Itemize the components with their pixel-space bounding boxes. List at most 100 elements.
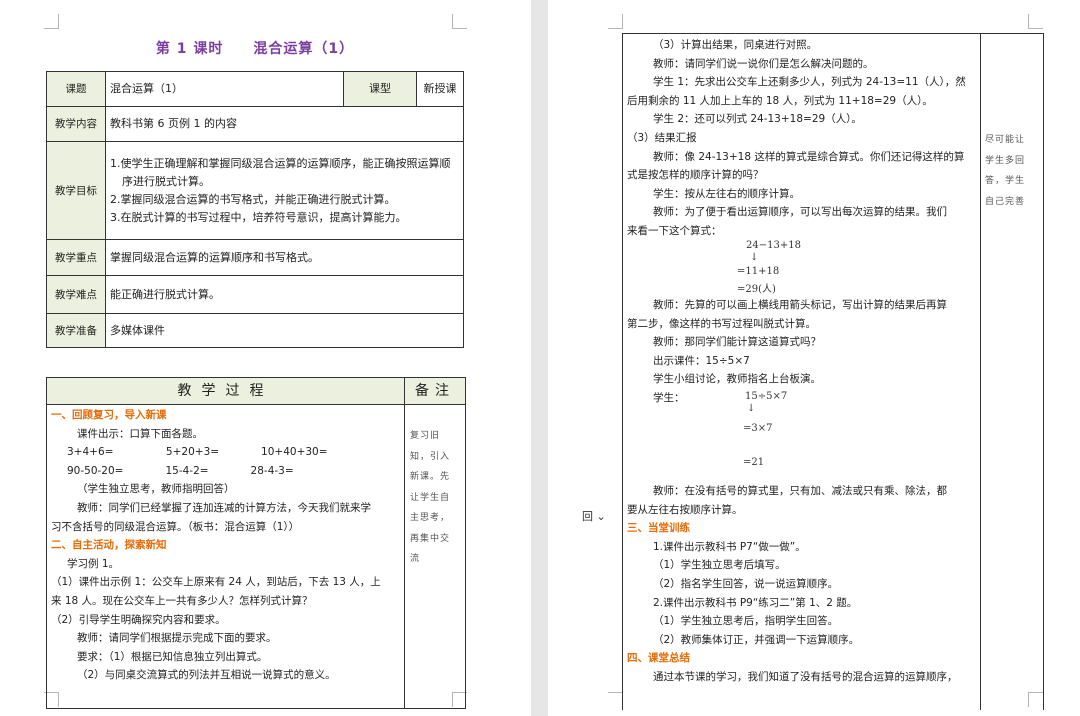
text-line: （1）学生独立思考后，指明学生回答。: [653, 615, 839, 628]
text-line: 后用剩余的 11 人加上上车的 18 人，列式为 11+18=29（人）。: [627, 94, 933, 107]
column-divider: [404, 404, 405, 708]
crop-mark: [608, 14, 623, 29]
value-difficulty: 能正确进行脱式计算。: [105, 275, 464, 314]
remark-line: 流: [410, 554, 421, 564]
document-page-left: 第 1 课时 混合运算（1） 课题 混合运算（1） 课型 新授课 教学内容 教科…: [0, 0, 531, 716]
remark-line: 复习旧: [410, 431, 441, 441]
process-content-bottom: 教师：在没有括号的算式里，只有加、减法或只有乘、除法，都要从左往右按顺序计算。三…: [627, 482, 977, 687]
process-content-top: （3）计算出结果，同桌进行对照。 教师：请同学们说一说你们是怎么解决问题的。 学生 …: [627, 36, 977, 241]
text-line: 教师：请同学们根据提示完成下面的要求。: [77, 632, 277, 645]
calc-step: 24−13+18: [746, 240, 801, 251]
lesson-info-table: 课题 混合运算（1） 课型 新授课 教学内容 教科书第 6 页例 1 的内容 教…: [46, 71, 464, 348]
text-line: 教师：那同学们能计算这道算式吗？: [653, 336, 821, 349]
value-preparation: 多媒体课件: [105, 313, 464, 348]
text-line: 要从左往右按顺序计算。: [627, 503, 743, 516]
arrow-mark: ↓: [747, 403, 756, 414]
remark-line: 再集中交: [410, 533, 451, 544]
arrow-mark: ↓: [750, 252, 759, 263]
calc-step: =3×7: [743, 423, 773, 434]
lesson-title: 第 1 课时 混合运算（1）: [155, 41, 355, 57]
remark-line: 新课。先: [410, 472, 451, 482]
value-goals: 1.使学生正确理解和掌握同级混合运算的运算顺序，能正确按照运算顺序进行脱式计算。…: [105, 141, 464, 240]
crop-mark: [452, 14, 467, 29]
value-content: 教科书第 6 页例 1 的内容: [105, 106, 464, 142]
process-content-mid: 教师：先算的可以画上横线用箭头标记，写出计算的结果后再算第二步，像这样的书写过程…: [627, 296, 977, 408]
process-header-note: 备注: [415, 383, 455, 399]
text-line: 来看一下这个算式：: [627, 224, 722, 237]
text-line: 学生 2：还可以列式 24-13+18=29（人）。: [653, 113, 862, 126]
teaching-process-table: 教学过程 备注 一、回顾复习，导入新课课件出示：口算下面各题。 3+4+6= 5+…: [46, 377, 466, 709]
text-line: （2）引导学生明确探究内容和要求。: [51, 613, 226, 626]
text-line: 学习例 1。: [67, 557, 120, 570]
calc-step: =11+18: [737, 266, 780, 277]
label-type: 课型: [343, 71, 417, 107]
label-difficulty: 教学难点: [46, 275, 106, 314]
text-line: 学生小组讨论，教师指名上台板演。: [653, 373, 821, 386]
goal-item: 3.在脱式计算的书写过程中，培养符号意识，提高计算能力。: [110, 210, 407, 224]
text-line: （2）指名学生回答，说一说运算顺序。: [653, 577, 839, 590]
value-key-point: 掌握同级混合运算的运算顺序和书写格式。: [105, 239, 464, 276]
goal-item: 1.使学生正确理解和掌握同级混合运算的运算顺序，能正确按照运算顺序进行脱式计算。: [110, 156, 451, 188]
text-line: 教师：在没有括号的算式里，只有加、减法或只有乘、除法，都: [653, 485, 947, 497]
remark-line: 让学生自: [410, 492, 451, 503]
text-line: （学生独立思考，教师指明回答）: [77, 483, 235, 496]
text-line: 教师：同学们已经掌握了连加连减的计算方法，今天我们就来学: [77, 501, 371, 514]
text-line: 第二步，像这样的书写过程叫脱式计算。: [627, 317, 816, 330]
teaching-process-continued: （3）计算出结果，同桌进行对照。 教师：请同学们说一说你们是怎么解决问题的。 学生 …: [622, 33, 1044, 710]
layout-options-button[interactable]: 回 ⌄: [582, 508, 614, 524]
crop-mark: [1028, 14, 1043, 29]
process-content: 一、回顾复习，导入新课课件出示：口算下面各题。 3+4+6= 5+20+3= 10…: [51, 406, 401, 685]
text-line: 学生 1：先求出公交车上还剩多少人，列式为 24-13=11（人），然: [653, 76, 966, 89]
text-line: （1）课件出示例 1：公交车上原来有 24 人，到站后，下去 13 人，上: [51, 576, 381, 589]
text-line: 通过本节课的学习，我们知道了没有括号的混合运算的运算顺序，: [653, 670, 958, 683]
text-line: 教师：先算的可以画上横线用箭头标记，写出计算的结果后再算: [653, 299, 947, 311]
text-line: 来 18 人。现在公交车上一共有多少人？怎样列式计算？: [51, 594, 313, 607]
text-line: 课件出示：口算下面各题。: [77, 427, 203, 440]
crop-mark: [608, 692, 623, 707]
text-line: 学生：: [653, 391, 685, 404]
value-type: 新授课: [416, 71, 464, 107]
process-remarks: 复习旧知，引入新课。先让学生自主思考， 再集中交流: [410, 426, 464, 570]
text-line: 式是按怎样的顺序计算的吗？: [627, 169, 764, 182]
text-line: 3+4+6= 5+20+3= 10+40+30=: [67, 446, 328, 459]
label-key-point: 教学重点: [46, 239, 106, 276]
text-line: 教师：请同学们说一说你们是怎么解决问题的。: [653, 57, 874, 70]
remark-line: 尽可能让: [985, 135, 1026, 145]
crop-mark: [44, 14, 59, 29]
value-topic: 混合运算（1）: [105, 71, 344, 107]
section-heading: 四、课堂总结: [627, 652, 690, 665]
label-topic: 课题: [46, 71, 106, 107]
section-heading: 三、当堂训练: [627, 522, 690, 535]
process-header: 教学过程 备注: [47, 378, 465, 405]
text-line: 出示课件：15÷5×7: [653, 354, 750, 367]
calc-step: 15÷5×7: [745, 391, 788, 402]
remark-line: 学生多回: [985, 155, 1026, 166]
calc-step: =29(人): [737, 284, 776, 295]
text-line: 2.课件出示教科书 P9“练习二”第 1、2 题。: [653, 596, 858, 609]
remark-line: 答，学生: [985, 176, 1026, 186]
text-line: （3）结果汇报: [627, 131, 697, 144]
process-header-main: 教学过程: [47, 378, 405, 404]
text-line: （2）教师集体订正，并强调一下运算顺序。: [653, 633, 860, 646]
process-remarks: 尽可能让学生多回答，学生自己完善: [985, 130, 1041, 212]
text-line: 教师：像 24-13+18 这样的算式是综合算式。你们还记得这样的算: [653, 150, 965, 163]
remark-line: 主思考，: [410, 513, 451, 523]
label-goals: 教学目标: [46, 141, 106, 240]
goal-item: 2.掌握同级混合运算的书写格式，并能正确进行脱式计算。: [110, 192, 396, 206]
calc-step: =21: [743, 457, 765, 468]
column-divider: [980, 34, 981, 710]
remark-line: 自己完善: [985, 196, 1026, 207]
section-heading: 一、回顾复习，导入新课: [51, 409, 167, 421]
text-line: 习不含括号的同级混合运算。（板书：混合运算（1））: [51, 520, 300, 533]
text-line: （3）计算出结果，同桌进行对照。: [653, 39, 818, 51]
text-line: （1）学生独立思考后填写。: [653, 559, 786, 572]
text-line: 90-50-20= 15-4-2= 28-4-3=: [67, 464, 294, 477]
section-heading: 二、自主活动，探索新知: [51, 539, 167, 552]
label-content: 教学内容: [46, 106, 106, 142]
remark-line: 知，引入: [410, 451, 451, 462]
text-line: 要求：（1）根据已知信息独立列出算式。: [77, 650, 268, 663]
text-line: 教师：为了便于看出运算顺序，可以写出每次运算的结果。我们: [653, 206, 947, 219]
label-preparation: 教学准备: [46, 313, 106, 348]
text-line: 1.课件出示教科书 P7“做一做”。: [653, 540, 806, 553]
text-line: （2）与同桌交流算式的列法并互相说一说算式的意义。: [77, 669, 336, 682]
